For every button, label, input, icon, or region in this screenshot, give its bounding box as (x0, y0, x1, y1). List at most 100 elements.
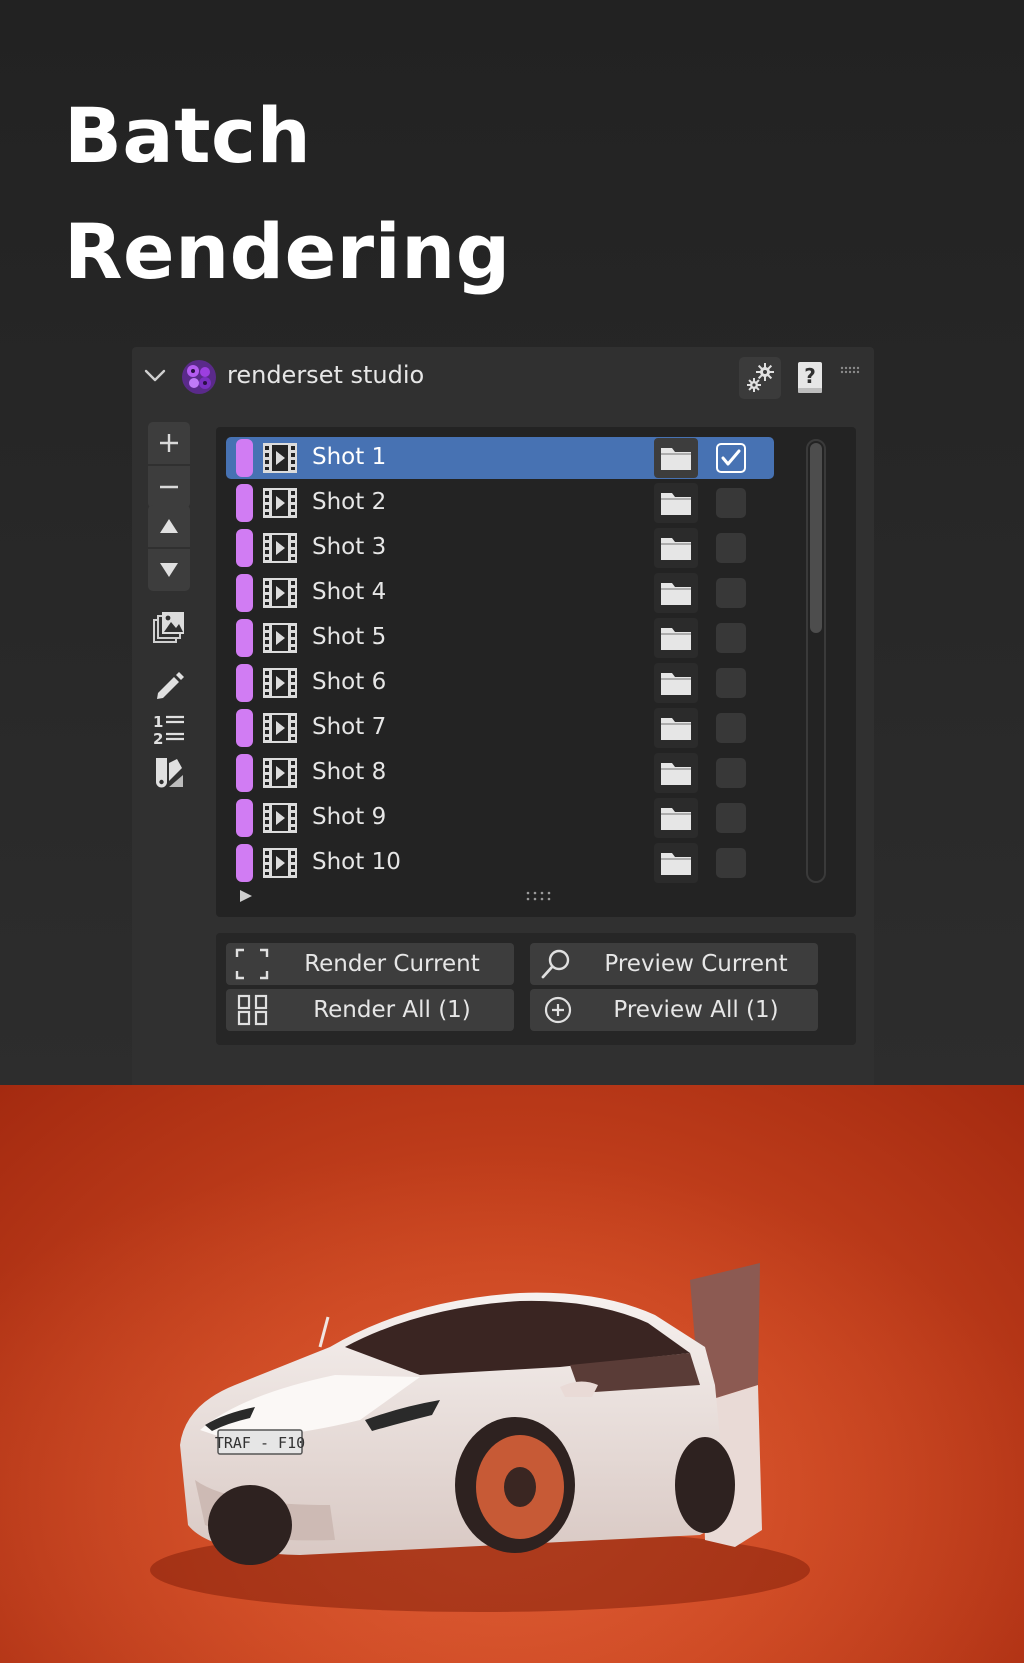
help-button[interactable]: ? (789, 357, 831, 399)
shot-label[interactable]: Shot 8 (312, 759, 386, 785)
color-tag[interactable] (236, 529, 253, 567)
add-shot-button[interactable] (148, 422, 190, 464)
shot-enabled-checkbox[interactable] (716, 668, 746, 698)
shot-row[interactable]: Shot 7 (226, 707, 774, 749)
shot-row[interactable]: Shot 4 (226, 572, 774, 614)
clapperboard-icon (263, 533, 297, 563)
shot-enabled-checkbox[interactable] (716, 803, 746, 833)
numbered-list-icon: 1 2 (153, 713, 184, 748)
remove-shot-button[interactable] (148, 466, 190, 508)
search-icon (541, 949, 570, 979)
clapperboard-icon (263, 848, 297, 878)
render-current-button[interactable]: Render Current (226, 943, 514, 985)
open-folder-button[interactable] (654, 528, 698, 568)
shot-list: Shot 1 Shot 2 Shot 3 Shot 4 Shot 5 Shot 6 Shot… (216, 427, 856, 917)
resize-grip-icon[interactable] (526, 891, 552, 901)
clapperboard-icon (263, 623, 297, 653)
move-up-button[interactable] (148, 505, 190, 547)
shot-enabled-checkbox[interactable] (716, 578, 746, 608)
expand-filter-icon[interactable] (238, 889, 254, 903)
open-folder-button[interactable] (654, 753, 698, 793)
shot-label[interactable]: Shot 4 (312, 579, 386, 605)
chevron-down-icon[interactable] (144, 369, 166, 383)
color-tag[interactable] (236, 799, 253, 837)
image-stack-button[interactable] (148, 607, 190, 649)
image-stack-icon (153, 612, 184, 643)
grip-icon[interactable] (840, 366, 860, 374)
panel-header[interactable]: renderset studio ? (132, 347, 874, 407)
shot-enabled-checkbox[interactable] (716, 443, 746, 473)
render-all-button[interactable]: Render All (1) (226, 989, 514, 1031)
action-buttons: Render Current Render All (1) Preview Cu… (216, 933, 856, 1045)
folder-icon (661, 763, 691, 785)
list-scrollbar[interactable] (806, 439, 826, 883)
clapperboard-icon (263, 668, 297, 698)
edit-button[interactable] (148, 665, 190, 707)
shot-enabled-checkbox[interactable] (716, 758, 746, 788)
open-folder-button[interactable] (654, 663, 698, 703)
car-illustration: TRAF - F10 (0, 1085, 1024, 1663)
minus-icon (160, 485, 178, 489)
clapperboard-icon (263, 803, 297, 833)
color-tag-button[interactable] (148, 752, 190, 794)
color-tag[interactable] (236, 664, 253, 702)
shot-enabled-checkbox[interactable] (716, 623, 746, 653)
render-current-label: Render Current (304, 951, 480, 977)
shot-row[interactable]: Shot 6 (226, 662, 774, 704)
shot-label[interactable]: Shot 10 (312, 849, 401, 875)
folder-icon (661, 628, 691, 650)
color-tag[interactable] (236, 844, 253, 882)
shot-enabled-checkbox[interactable] (716, 488, 746, 518)
preview-all-button[interactable]: Preview All (1) (530, 989, 818, 1031)
shot-row[interactable]: Shot 3 (226, 527, 774, 569)
license-plate-text: TRAF - F10 (215, 1434, 305, 1452)
pencil-icon (157, 672, 184, 699)
color-tag[interactable] (236, 439, 253, 477)
color-tag[interactable] (236, 484, 253, 522)
open-folder-button[interactable] (654, 483, 698, 523)
open-folder-button[interactable] (654, 618, 698, 658)
shot-label[interactable]: Shot 9 (312, 804, 386, 830)
shot-row[interactable]: Shot 9 (226, 797, 774, 839)
move-down-button[interactable] (148, 549, 190, 591)
clapperboard-icon (263, 488, 297, 518)
open-folder-button[interactable] (654, 843, 698, 883)
shot-enabled-checkbox[interactable] (716, 713, 746, 743)
shot-type-icon (260, 846, 300, 884)
shot-enabled-checkbox[interactable] (716, 848, 746, 878)
shot-label[interactable]: Shot 7 (312, 714, 386, 740)
shot-label[interactable]: Shot 2 (312, 489, 386, 515)
open-folder-button[interactable] (654, 708, 698, 748)
shot-row[interactable]: Shot 10 (226, 842, 774, 884)
shot-label[interactable]: Shot 5 (312, 624, 386, 650)
open-folder-button[interactable] (654, 573, 698, 613)
shot-label[interactable]: Shot 3 (312, 534, 386, 560)
clapperboard-icon (263, 758, 297, 788)
shot-type-icon (260, 666, 300, 704)
help-book-icon: ? (798, 362, 822, 393)
color-tag[interactable] (236, 574, 253, 612)
color-tag[interactable] (236, 709, 253, 747)
car-render-image: TRAF - F10 (0, 1085, 1024, 1663)
color-tag[interactable] (236, 619, 253, 657)
shot-row[interactable]: Shot 8 (226, 752, 774, 794)
shot-row[interactable]: Shot 5 (226, 617, 774, 659)
folder-icon (661, 673, 691, 695)
clapperboard-icon (263, 578, 297, 608)
settings-button[interactable] (739, 357, 781, 399)
color-tag[interactable] (236, 754, 253, 792)
numbering-button[interactable]: 1 2 (148, 709, 190, 751)
shot-enabled-checkbox[interactable] (716, 533, 746, 563)
shot-type-icon (260, 441, 300, 479)
scrollbar-thumb[interactable] (810, 443, 822, 633)
open-folder-button[interactable] (654, 438, 698, 478)
preview-current-button[interactable]: Preview Current (530, 943, 818, 985)
shot-row[interactable]: Shot 1 (226, 437, 774, 479)
gears-icon (747, 363, 774, 392)
folder-icon (661, 808, 691, 830)
renderset-logo-icon (182, 360, 216, 394)
shot-label[interactable]: Shot 6 (312, 669, 386, 695)
shot-row[interactable]: Shot 2 (226, 482, 774, 524)
shot-label[interactable]: Shot 1 (312, 444, 386, 470)
open-folder-button[interactable] (654, 798, 698, 838)
